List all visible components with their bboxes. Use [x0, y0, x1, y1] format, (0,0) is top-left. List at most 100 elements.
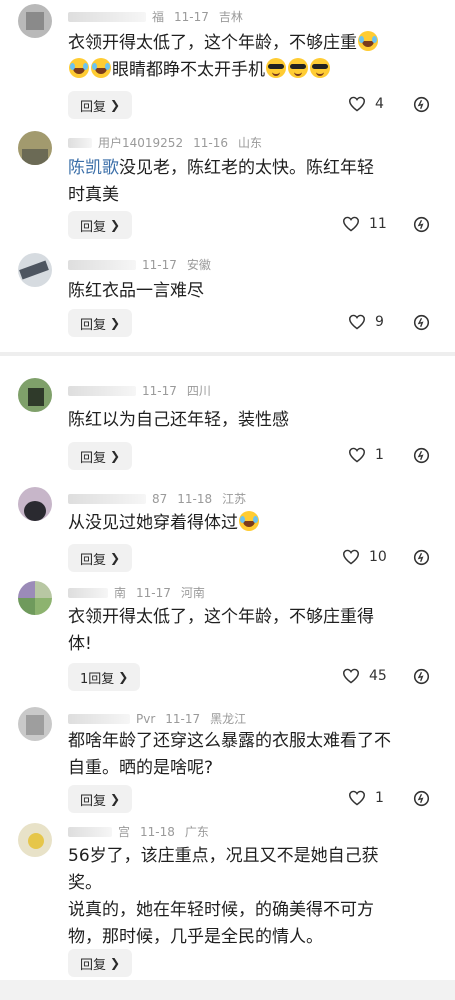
dislike-icon[interactable] [413, 668, 430, 685]
comment-text: 从没见过她穿着得体过 [68, 510, 440, 537]
chevron-right-icon: ❯ [110, 956, 121, 970]
comment-text: 衣领开得太低了，这个年龄，不够庄重 眼睛都睁不太开手机 [68, 30, 440, 84]
username-blurred[interactable] [68, 11, 146, 22]
comment-date: 11-17 [142, 257, 177, 272]
comment-location: 四川 [186, 384, 211, 398]
like-count: 4 [375, 96, 384, 112]
like-count: 9 [375, 314, 384, 330]
comment-text: 陈红衣品一言难尽 [68, 281, 204, 301]
heart-icon [342, 549, 360, 565]
like-button[interactable]: 9 [348, 314, 384, 330]
avatar[interactable] [18, 707, 52, 741]
heart-icon [342, 668, 360, 684]
reply-button[interactable]: 回复 ❯ [68, 949, 133, 977]
comment-date: 11-18 [140, 824, 175, 839]
reply-button[interactable]: 回复 ❯ [68, 442, 133, 470]
chevron-right-icon: ❯ [110, 551, 121, 565]
chevron-right-icon: ❯ [110, 449, 121, 463]
reply-button[interactable]: 1回复 ❯ [68, 663, 141, 691]
username-blurred[interactable] [68, 587, 108, 598]
laughing-tears-icon [239, 511, 259, 531]
chevron-right-icon: ❯ [110, 316, 121, 330]
heart-icon [348, 790, 366, 806]
username-blurred[interactable] [68, 713, 130, 724]
reply-button[interactable]: 回复 ❯ [68, 309, 133, 337]
mention-link[interactable]: 陈凯歌 [68, 158, 119, 178]
avatar[interactable] [18, 378, 52, 412]
comment-card: 87 11-18 江苏 从没见过她穿着得体过 回复 ❯ 10 [0, 481, 455, 577]
heart-icon [348, 96, 366, 112]
comment-location: 吉林 [218, 10, 243, 24]
laughing-tears-icon [91, 58, 111, 78]
like-count: 1 [375, 447, 384, 463]
comment-date: 11-17 [174, 9, 209, 24]
like-count: 11 [369, 216, 387, 232]
chevron-right-icon: ❯ [110, 218, 121, 232]
comment-date: 11-18 [177, 491, 213, 506]
like-button[interactable]: 10 [342, 549, 387, 565]
avatar[interactable] [18, 823, 52, 857]
reply-button[interactable]: 回复 ❯ [68, 91, 133, 119]
comment-meta: 11-17 安徽 [68, 256, 211, 273]
comment-meta: 87 11-18 江苏 [68, 490, 246, 507]
avatar[interactable] [18, 4, 52, 38]
comment-meta: 南 11-17 河南 [68, 584, 205, 601]
username-blurred[interactable] [68, 385, 136, 396]
comment-meta: 宫 11-18 广东 [68, 823, 209, 840]
username-blurred[interactable] [68, 493, 146, 504]
comment-date: 11-17 [142, 383, 177, 398]
username-blurred[interactable] [68, 259, 136, 270]
comment-text: 都啥年龄了还穿这么暴露的衣服太难看了不 自重。晒的是啥呢? [68, 731, 391, 778]
like-count: 10 [369, 549, 387, 565]
heart-icon [342, 216, 360, 232]
like-button[interactable]: 45 [342, 668, 387, 684]
comment-location: 山东 [237, 136, 262, 150]
like-count: 45 [369, 668, 387, 684]
comment-card: 用户14019252 11-16 山东 陈凯歌没见老，陈红老的太快。陈红年轻 时… [0, 125, 455, 247]
like-button[interactable]: 11 [342, 216, 387, 232]
dislike-icon[interactable] [413, 216, 430, 233]
comment-text: 衣领开得太低了，这个年龄，不够庄重得 体! [68, 607, 374, 654]
comment-meta: Pvr 11-17 黑龙江 [68, 710, 246, 727]
avatar[interactable] [18, 581, 52, 615]
avatar[interactable] [18, 131, 52, 165]
like-button[interactable]: 1 [348, 447, 384, 463]
reply-button[interactable]: 回复 ❯ [68, 785, 133, 813]
username-suffix: 87 [152, 491, 168, 506]
avatar[interactable] [18, 487, 52, 521]
comment-card: 福 11-17 吉林 衣领开得太低了，这个年龄，不够庄重 眼睛都睁不太开手机 回… [0, 0, 455, 125]
comment-location: 河南 [180, 586, 205, 600]
comment-date: 11-17 [165, 711, 201, 726]
comment-card: Pvr 11-17 黑龙江 都啥年龄了还穿这么暴露的衣服太难看了不 自重。晒的是… [0, 701, 455, 821]
username-blurred[interactable] [68, 137, 92, 148]
comment-location: 黑龙江 [210, 712, 247, 726]
chevron-right-icon: ❯ [110, 792, 121, 806]
comment-text: 陈红以为自己还年轻，装性感 [68, 410, 289, 430]
laughing-tears-icon [69, 58, 89, 78]
username-suffix: Pvr [136, 711, 156, 726]
comment-feed: 福 11-17 吉林 衣领开得太低了，这个年龄，不够庄重 眼睛都睁不太开手机 回… [0, 0, 455, 980]
avatar[interactable] [18, 253, 52, 287]
username-suffix: 福 [152, 10, 165, 24]
username-blurred[interactable] [68, 826, 112, 837]
heart-icon [348, 314, 366, 330]
dislike-icon[interactable] [413, 549, 430, 566]
sunglasses-icon [310, 58, 330, 78]
comment-card: 11-17 四川 陈红以为自己还年轻，装性感 回复 ❯ 1 [0, 356, 455, 481]
dislike-icon[interactable] [413, 790, 430, 807]
like-button[interactable]: 1 [348, 790, 384, 806]
dislike-icon[interactable] [413, 314, 430, 331]
comment-meta: 11-17 四川 [68, 382, 211, 399]
comment-card: 宫 11-18 广东 56岁了，该庄重点，况且又不是她自己获 奖。 说真的，她在… [0, 821, 455, 980]
like-count: 1 [375, 790, 384, 806]
username-suffix: 南 [114, 586, 127, 600]
chevron-right-icon: ❯ [118, 670, 129, 684]
comment-location: 广东 [184, 825, 209, 839]
reply-button[interactable]: 回复 ❯ [68, 211, 133, 239]
comment-card: 南 11-17 河南 衣领开得太低了，这个年龄，不够庄重得 体! 1回复 ❯ 45 [0, 577, 455, 701]
reply-button[interactable]: 回复 ❯ [68, 544, 133, 572]
dislike-icon[interactable] [413, 447, 430, 464]
username-suffix: 用户14019252 [98, 136, 184, 150]
dislike-icon[interactable] [413, 96, 430, 113]
like-button[interactable]: 4 [348, 96, 384, 112]
